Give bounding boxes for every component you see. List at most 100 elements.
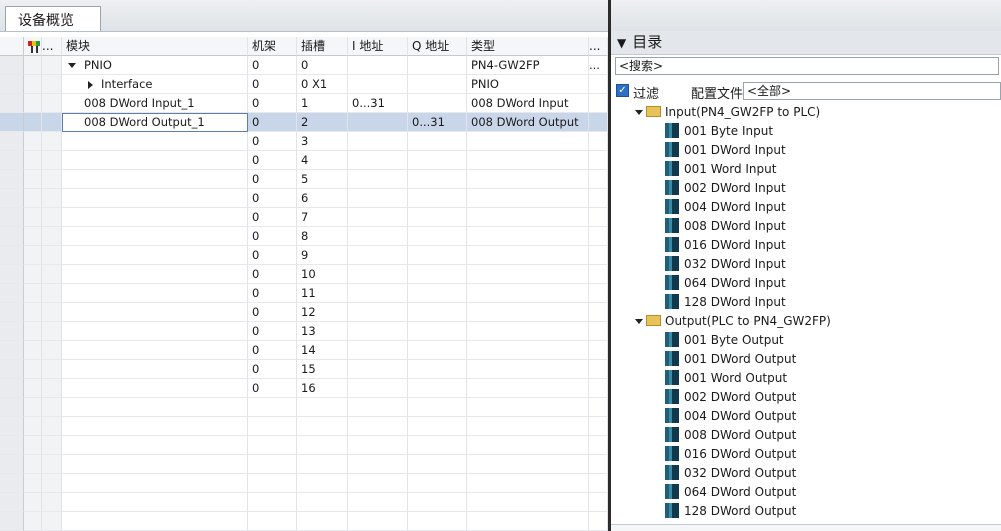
i-address-cell[interactable] [348, 265, 408, 284]
table-row[interactable]: 0 14 [0, 341, 608, 360]
header-more[interactable]: ... [589, 37, 608, 56]
header-slot[interactable]: 插槽 [297, 37, 348, 56]
header-i-address[interactable]: I 地址 [348, 37, 408, 56]
q-address-cell[interactable] [408, 75, 467, 94]
catalog-item[interactable]: 016 DWord Output [665, 445, 796, 464]
catalog-item[interactable]: 008 DWord Output [665, 426, 796, 445]
empty-table-row[interactable] [0, 512, 608, 531]
more-cell[interactable] [589, 322, 608, 341]
module-cell[interactable]: 008 DWord Input_1 [62, 94, 248, 113]
slot-cell[interactable]: 7 [297, 208, 348, 227]
empty-table-row[interactable] [0, 493, 608, 512]
type-cell[interactable] [467, 132, 589, 151]
type-cell[interactable] [467, 246, 589, 265]
i-address-cell[interactable] [348, 284, 408, 303]
catalog-item[interactable]: 032 DWord Output [665, 464, 796, 483]
q-address-cell[interactable] [408, 284, 467, 303]
expand-down-icon[interactable] [635, 110, 643, 115]
rack-cell[interactable]: 0 [248, 227, 297, 246]
i-address-cell[interactable] [348, 303, 408, 322]
header-type[interactable]: 类型 [467, 37, 589, 56]
catalog-folder[interactable]: Output(PLC to PN4_GW2FP) [635, 312, 831, 331]
i-address-cell[interactable] [348, 189, 408, 208]
table-row[interactable]: 0 16 [0, 379, 608, 398]
table-row[interactable]: 06 [0, 189, 608, 208]
table-row[interactable]: 04 [0, 151, 608, 170]
catalog-item[interactable]: 064 DWord Output [665, 483, 796, 502]
i-address-cell[interactable] [348, 341, 408, 360]
slot-cell[interactable]: 1 [297, 94, 348, 113]
type-cell[interactable] [467, 189, 589, 208]
i-address-cell[interactable] [348, 360, 408, 379]
type-cell[interactable] [467, 379, 589, 398]
catalog-item[interactable]: 008 DWord Input [665, 217, 786, 236]
catalog-item[interactable]: 016 DWord Input [665, 236, 786, 255]
rack-cell[interactable]: 0 [248, 208, 297, 227]
table-row[interactable]: 03 [0, 132, 608, 151]
q-address-cell[interactable] [408, 265, 467, 284]
type-cell[interactable] [467, 227, 589, 246]
empty-table-row[interactable] [0, 455, 608, 474]
q-address-cell[interactable] [408, 246, 467, 265]
slot-cell[interactable]: 12 [297, 303, 348, 322]
empty-table-row[interactable] [0, 436, 608, 455]
i-address-cell[interactable] [348, 132, 408, 151]
filter-checkbox[interactable]: ✓ [616, 84, 629, 97]
table-row[interactable]: 09 [0, 246, 608, 265]
type-cell[interactable] [467, 322, 589, 341]
table-row[interactable]: 07 [0, 208, 608, 227]
rack-cell[interactable]: 0 [248, 265, 297, 284]
slot-cell[interactable]: 13 [297, 322, 348, 341]
more-cell[interactable] [589, 75, 608, 94]
type-cell[interactable]: PN4-GW2FP [467, 56, 589, 75]
table-row[interactable]: 0 10 [0, 265, 608, 284]
catalog-item[interactable]: 064 DWord Input [665, 274, 786, 293]
more-cell[interactable] [589, 265, 608, 284]
empty-table-row[interactable] [0, 417, 608, 436]
rack-cell[interactable]: 0 [248, 303, 297, 322]
catalog-item[interactable]: 128 DWord Input [665, 293, 786, 312]
more-cell[interactable] [589, 170, 608, 189]
more-cell[interactable] [589, 246, 608, 265]
i-address-cell[interactable] [348, 322, 408, 341]
header-module[interactable]: 模块 [62, 37, 248, 56]
slot-cell[interactable]: 9 [297, 246, 348, 265]
q-address-cell[interactable] [408, 227, 467, 246]
more-cell[interactable] [589, 379, 608, 398]
q-address-cell[interactable] [408, 56, 467, 75]
slot-cell[interactable]: 0 X1 [297, 75, 348, 94]
more-cell[interactable] [589, 94, 608, 113]
catalog-header[interactable]: ▼ 目录 [611, 31, 1001, 55]
catalog-item[interactable]: 001 Word Input [665, 160, 776, 179]
table-row[interactable]: 0 15 [0, 360, 608, 379]
module-cell[interactable]: Interface [62, 75, 248, 94]
module-cell[interactable] [62, 379, 248, 398]
i-address-cell[interactable] [348, 56, 408, 75]
more-cell[interactable] [589, 341, 608, 360]
slot-cell[interactable]: 11 [297, 284, 348, 303]
rack-cell[interactable]: 0 [248, 151, 297, 170]
i-address-cell[interactable] [348, 151, 408, 170]
module-cell[interactable] [62, 322, 248, 341]
catalog-item[interactable]: 128 DWord Output [665, 502, 796, 521]
more-cell[interactable] [589, 303, 608, 322]
rack-cell[interactable]: 0 [248, 75, 297, 94]
slot-cell[interactable]: 5 [297, 170, 348, 189]
module-cell[interactable] [62, 303, 248, 322]
module-cell[interactable] [62, 189, 248, 208]
q-address-cell[interactable] [408, 360, 467, 379]
type-cell[interactable] [467, 208, 589, 227]
type-cell[interactable] [467, 265, 589, 284]
more-cell[interactable]: ... [589, 56, 608, 75]
q-address-cell[interactable] [408, 303, 467, 322]
more-cell[interactable] [589, 132, 608, 151]
header-col-dots[interactable]: ... [42, 37, 62, 56]
module-cell[interactable] [62, 341, 248, 360]
table-row[interactable]: 008 DWord Output_1 0 2 0...31 008 DWord Outp… [0, 113, 608, 132]
more-cell[interactable] [589, 208, 608, 227]
i-address-cell[interactable] [348, 170, 408, 189]
more-cell[interactable] [589, 151, 608, 170]
i-address-cell[interactable] [348, 246, 408, 265]
q-address-cell[interactable] [408, 208, 467, 227]
slot-cell[interactable]: 0 [297, 56, 348, 75]
